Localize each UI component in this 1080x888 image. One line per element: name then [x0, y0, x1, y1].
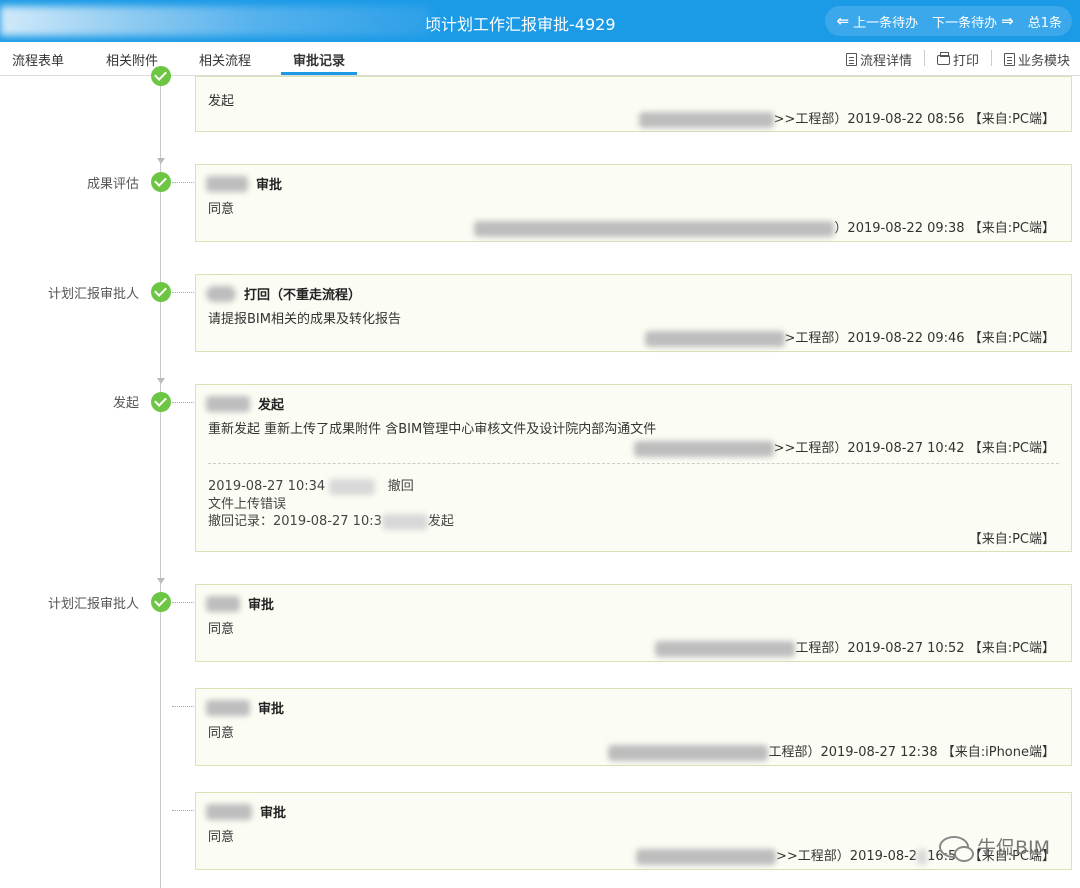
record-action: 审批 — [256, 178, 283, 193]
record-card: 审批 同意 ）2019-08-22 09:38 【来自:PC端】 — [195, 164, 1072, 242]
toolbar: 流程详情 打印 业务模块 — [845, 50, 1070, 69]
total-count: 总1条 — [1027, 15, 1062, 31]
timeline-arrow — [157, 378, 165, 384]
record-action: 审批 — [260, 806, 287, 821]
connector-line — [172, 182, 196, 183]
tab-attachments[interactable]: 相关附件 — [106, 50, 158, 69]
record-header: 审批 — [206, 174, 282, 193]
record-card: 审批 同意 工程部）2019-08-27 10:52 【来自:PC端】 — [195, 584, 1072, 662]
business-module-button[interactable]: 业务模块 — [1003, 50, 1070, 69]
withdraw-record: 撤回记录：2019-08-27 10:3 发起 — [208, 513, 454, 530]
wechat-icon — [938, 835, 974, 862]
window-title: 顷计划工作汇报审批-4929 — [425, 15, 616, 34]
record-card: 审批 同意 工程部）2019-08-27 12:38 【来自:iPhone端】 — [195, 688, 1072, 766]
timeline-arrow — [157, 158, 165, 164]
approver-name — [206, 395, 250, 412]
status-check-icon — [151, 392, 171, 412]
flow-detail-button[interactable]: 流程详情 — [845, 50, 912, 69]
record-card: 发起 重新发起 重新上传了成果附件 含BIM管理中心审核文件及设计院内部沟通文件… — [195, 384, 1072, 552]
record-header: 审批 — [206, 698, 284, 717]
print-button[interactable]: 打印 — [936, 50, 979, 69]
next-todo-button[interactable]: 下一条待办 ⇒ — [932, 12, 1014, 31]
connector-line — [172, 706, 196, 707]
record-meta: >工程部）2019-08-22 09:46 【来自:PC端】 — [644, 327, 1055, 347]
arrow-left-icon: ⇐ — [836, 12, 850, 30]
record-meta: >>工程部）2019-08-22 08:56 【来自:PC端】 — [638, 108, 1055, 128]
record-comment: 同意 — [208, 202, 235, 217]
record-comment: 发起 — [208, 94, 235, 109]
record-comment: 同意 — [208, 622, 235, 637]
record-comment: 同意 — [208, 830, 235, 845]
withdraw-header: 2019-08-27 10:34 撤回 — [208, 478, 414, 495]
prev-todo-button[interactable]: ⇐ 上一条待办 — [837, 12, 919, 31]
record-comment: 请提报BIM相关的成果及转化报告 — [208, 312, 401, 327]
record-comment: 重新发起 重新上传了成果附件 含BIM管理中心审核文件及设计院内部沟通文件 — [208, 422, 657, 437]
record-meta: 工程部）2019-08-27 12:38 【来自:iPhone端】 — [608, 741, 1055, 761]
toolbar-divider — [923, 50, 925, 66]
record-meta: ）2019-08-22 09:38 【来自:PC端】 — [474, 217, 1055, 237]
record-header: 审批 — [206, 802, 286, 821]
record-card: 打回（不重走流程） 请提报BIM相关的成果及转化报告 >工程部）2019-08-… — [195, 274, 1072, 352]
approver-name — [206, 285, 236, 302]
divider — [208, 463, 1059, 464]
active-tab-indicator — [281, 72, 357, 75]
document-icon — [845, 53, 857, 66]
approver-name — [206, 803, 252, 820]
record-action: 发起 — [258, 398, 285, 413]
timeline-arrow — [157, 578, 165, 584]
arrow-right-icon: ⇒ — [1001, 12, 1014, 30]
approver-name — [206, 595, 240, 612]
timeline-line — [160, 76, 161, 888]
status-check-icon — [151, 66, 171, 86]
record-card: 发起 >>工程部）2019-08-22 08:56 【来自:PC端】 — [195, 76, 1072, 132]
title-bar: 顷计划工作汇报审批-4929 ⇐ 上一条待办 下一条待办 ⇒ 总1条 — [0, 0, 1080, 42]
node-label: 计划汇报审批人 — [47, 597, 139, 612]
watermark: 牛侃BIM — [938, 833, 1050, 862]
connector-line — [172, 402, 196, 403]
connector-line — [172, 292, 196, 293]
status-check-icon — [151, 282, 171, 302]
toolbar-divider — [990, 50, 992, 66]
withdraw-source: 【来自:PC端】 — [968, 532, 1055, 547]
record-action: 打回（不重走流程） — [244, 288, 362, 303]
record-meta: >>工程部）2019-08-27 10:42 【来自:PC端】 — [633, 437, 1055, 457]
status-check-icon — [151, 172, 171, 192]
record-header: 发起 — [206, 394, 284, 413]
connector-line — [172, 810, 196, 811]
node-label: 发起 — [112, 396, 139, 411]
record-comment: 同意 — [208, 726, 235, 741]
record-nav: ⇐ 上一条待办 下一条待办 ⇒ 总1条 — [824, 6, 1072, 36]
connector-line — [172, 602, 196, 603]
node-label: 计划汇报审批人 — [47, 287, 139, 302]
record-action: 审批 — [258, 702, 285, 717]
approver-name — [206, 699, 250, 716]
blurred-title-prefix — [0, 6, 430, 36]
tab-related-flows[interactable]: 相关流程 — [199, 50, 251, 69]
record-action: 审批 — [248, 598, 275, 613]
tab-form[interactable]: 流程表单 — [12, 50, 64, 69]
status-check-icon — [151, 592, 171, 612]
module-icon — [1003, 53, 1015, 66]
printer-icon — [936, 51, 950, 65]
approver-name — [206, 175, 248, 192]
record-meta: 工程部）2019-08-27 10:52 【来自:PC端】 — [655, 637, 1055, 657]
node-label: 成果评估 — [86, 177, 139, 192]
record-header: 打回（不重走流程） — [206, 284, 361, 303]
record-header: 审批 — [206, 594, 274, 613]
tab-approval-records[interactable]: 审批记录 — [293, 50, 345, 69]
